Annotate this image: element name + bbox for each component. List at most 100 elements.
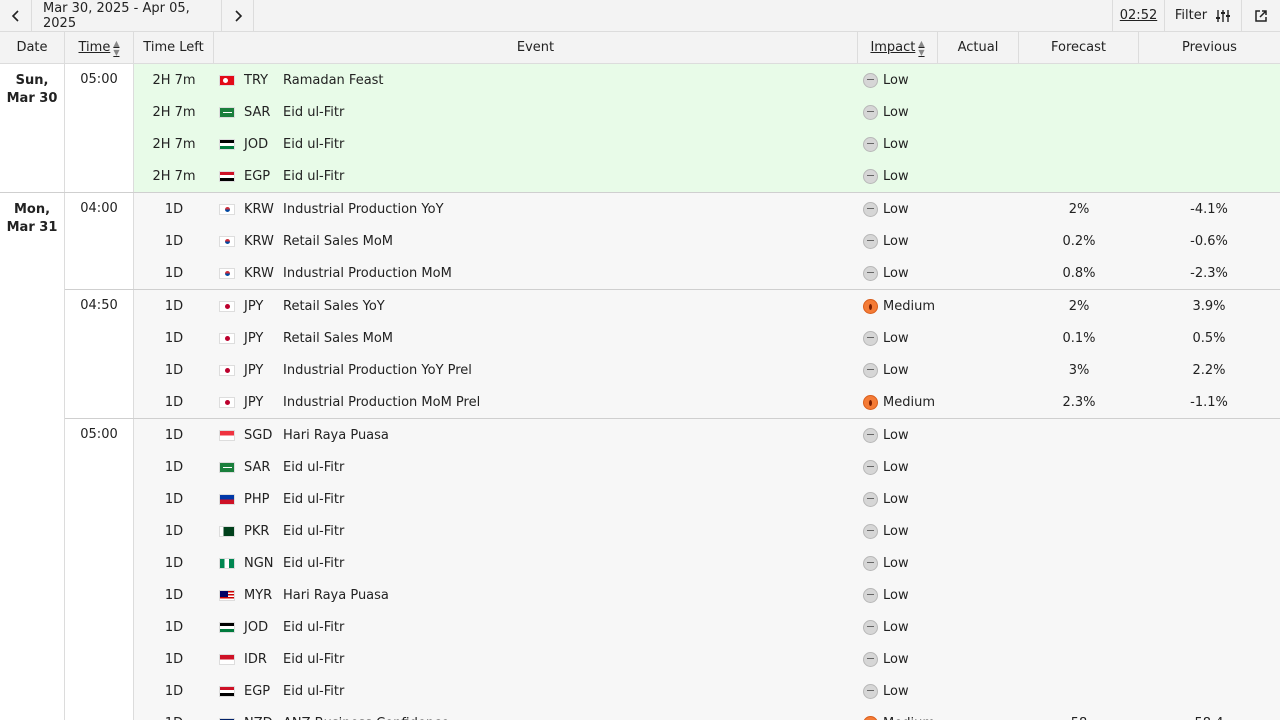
flag-icon-tr xyxy=(219,64,235,96)
flag-icon-kr xyxy=(219,193,235,225)
sort-icon: ▲ ▼ xyxy=(113,38,120,57)
impact-label: Low xyxy=(883,619,909,635)
impact-label: Low xyxy=(883,459,909,475)
event-row[interactable]: 1D KRW Retail Sales MoM Low 0.2% -0.6% xyxy=(134,225,1280,257)
next-week-button[interactable] xyxy=(222,0,254,31)
impact-label: Medium xyxy=(883,394,935,410)
date-day: Mar 31 xyxy=(6,220,58,235)
event-name[interactable]: Retail Sales MoM xyxy=(283,322,853,354)
event-name[interactable]: Eid ul-Fitr xyxy=(283,675,853,707)
event-name[interactable]: ANZ Business Confidence xyxy=(283,707,853,720)
impact-label: Low xyxy=(883,683,909,699)
current-time-clock[interactable]: 02:52 xyxy=(1112,0,1165,31)
previous-value xyxy=(1139,64,1279,96)
event-row[interactable]: 2H 7m SAR Eid ul-Fitr Low xyxy=(134,96,1280,128)
chevron-right-icon xyxy=(234,9,242,22)
event-row[interactable]: 2H 7m EGP Eid ul-Fitr Low xyxy=(134,160,1280,192)
forecast-value xyxy=(1019,579,1139,611)
filter-label: Filter xyxy=(1174,8,1208,23)
event-name[interactable]: Retail Sales YoY xyxy=(283,290,853,322)
time-group: 04:50 1D JPY Retail Sales YoY Medium 2% … xyxy=(65,289,1280,418)
time-group: 05:00 1D SGD Hari Raya Puasa Low 1D SAR … xyxy=(65,418,1280,720)
column-header-time-left: Time Left xyxy=(134,32,214,63)
event-row[interactable]: 2H 7m JOD Eid ul-Fitr Low xyxy=(134,128,1280,160)
impact: Low xyxy=(863,225,943,257)
forecast-value: 0.1% xyxy=(1062,330,1096,346)
impact-label: Low xyxy=(883,168,909,184)
date-day: Mar 30 xyxy=(6,91,58,106)
previous-value xyxy=(1139,547,1279,579)
event-name[interactable]: Industrial Production YoY xyxy=(283,193,853,225)
flag-icon-eg xyxy=(219,160,235,192)
previous-week-button[interactable] xyxy=(0,0,32,31)
impact-low-icon xyxy=(863,362,878,378)
event-row[interactable]: 1D JPY Industrial Production MoM Prel Me… xyxy=(134,386,1280,418)
forecast-value: 0.8% xyxy=(1062,265,1096,281)
event-name[interactable]: Industrial Production MoM xyxy=(283,257,853,289)
event-row[interactable]: 2H 7m TRY Ramadan Feast Low xyxy=(134,64,1280,96)
event-name[interactable]: Eid ul-Fitr xyxy=(283,483,853,515)
event-row[interactable]: 1D SAR Eid ul-Fitr Low xyxy=(134,451,1280,483)
event-row[interactable]: 1D KRW Industrial Production YoY Low 2% … xyxy=(134,193,1280,225)
currency: TRY xyxy=(244,72,269,88)
time-left: 1D xyxy=(164,683,184,699)
event-row[interactable]: 1D JPY Retail Sales YoY Medium 2% 3.9% xyxy=(134,290,1280,322)
previous-value xyxy=(1139,515,1279,547)
flag-icon-jo xyxy=(219,128,235,160)
event-name[interactable]: Eid ul-Fitr xyxy=(283,547,853,579)
event-name[interactable]: Hari Raya Puasa xyxy=(283,419,853,451)
date-range-selector[interactable]: Mar 30, 2025 - Apr 05, 2025 xyxy=(32,0,222,31)
event-name[interactable]: Ramadan Feast xyxy=(283,64,853,96)
impact-label: Low xyxy=(883,587,909,603)
flag-icon-ph xyxy=(219,483,235,515)
event-name[interactable]: Industrial Production MoM Prel xyxy=(283,386,853,418)
event-row[interactable]: 1D IDR Eid ul-Fitr Low xyxy=(134,643,1280,675)
column-header-impact[interactable]: Impact ▲ ▼ xyxy=(858,32,938,63)
filter-button[interactable]: Filter xyxy=(1165,0,1242,31)
event-row[interactable]: 1D JPY Retail Sales MoM Low 0.1% 0.5% xyxy=(134,322,1280,354)
event-name[interactable]: Retail Sales MoM xyxy=(283,225,853,257)
event-row[interactable]: 1D NGN Eid ul-Fitr Low xyxy=(134,547,1280,579)
time-left: 1D xyxy=(164,491,184,507)
previous-value: -4.1% xyxy=(1190,201,1228,217)
event-row[interactable]: 1D JPY Industrial Production YoY Prel Lo… xyxy=(134,354,1280,386)
event-row[interactable]: 1D MYR Hari Raya Puasa Low xyxy=(134,579,1280,611)
event-name[interactable]: Hari Raya Puasa xyxy=(283,579,853,611)
forecast-value xyxy=(1019,160,1139,192)
column-header-time[interactable]: Time ▲ ▼ xyxy=(65,32,134,63)
forecast-value xyxy=(1019,483,1139,515)
event-name[interactable]: Eid ul-Fitr xyxy=(283,515,853,547)
event-name[interactable]: Eid ul-Fitr xyxy=(283,611,853,643)
column-header-event: Event xyxy=(214,32,858,63)
chevron-left-icon xyxy=(11,9,19,22)
event-name[interactable]: Eid ul-Fitr xyxy=(283,643,853,675)
impact-medium-icon xyxy=(863,298,878,314)
time-left: 1D xyxy=(164,362,184,378)
event-row[interactable]: 1D PKR Eid ul-Fitr Low xyxy=(134,515,1280,547)
event-name[interactable]: Eid ul-Fitr xyxy=(283,128,853,160)
flag-icon-jo xyxy=(219,611,235,643)
events-table-body: Sun, Mar 30 05:00 2H 7m TRY Ramadan Feas… xyxy=(0,64,1280,720)
impact-low-icon xyxy=(863,459,878,475)
event-row[interactable]: 1D EGP Eid ul-Fitr Low xyxy=(134,675,1280,707)
impact-low-icon xyxy=(863,330,878,346)
event-row[interactable]: 1D SGD Hari Raya Puasa Low xyxy=(134,419,1280,451)
time-left: 2H 7m xyxy=(152,104,196,120)
event-row[interactable]: 1D KRW Industrial Production MoM Low 0.8… xyxy=(134,257,1280,289)
impact-medium-icon xyxy=(863,715,878,720)
date-group: Mon, Mar 31 04:00 1D KRW Industrial Prod… xyxy=(0,193,1280,720)
event-name[interactable]: Eid ul-Fitr xyxy=(283,451,853,483)
time-left: 1D xyxy=(164,201,184,217)
event-row[interactable]: 1D PHP Eid ul-Fitr Low xyxy=(134,483,1280,515)
open-external-button[interactable] xyxy=(1242,0,1280,31)
impact: Low xyxy=(863,483,943,515)
event-name[interactable]: Eid ul-Fitr xyxy=(283,160,853,192)
event-name[interactable]: Eid ul-Fitr xyxy=(283,96,853,128)
impact-low-icon xyxy=(863,265,878,281)
flag-icon-id xyxy=(219,643,235,675)
event-row[interactable]: 1D NZD ANZ Business Confidence Medium 58… xyxy=(134,707,1280,720)
event-name[interactable]: Industrial Production YoY Prel xyxy=(283,354,853,386)
event-row[interactable]: 1D JOD Eid ul-Fitr Low xyxy=(134,611,1280,643)
impact-label: Low xyxy=(883,523,909,539)
impact: Low xyxy=(863,643,943,675)
